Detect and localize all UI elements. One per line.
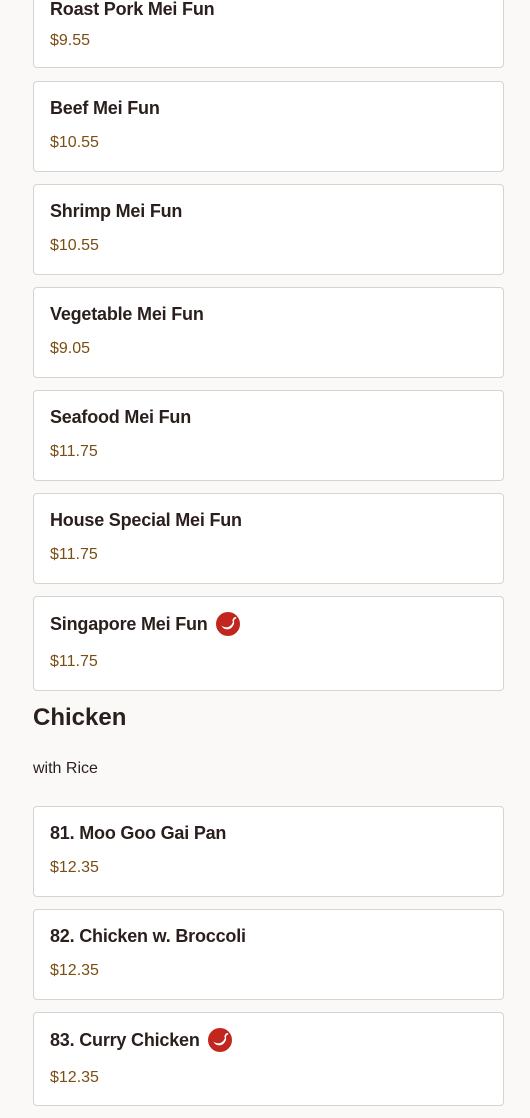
menu-item-price: $9.55: [50, 32, 91, 49]
section-subtitle: with Rice: [33, 760, 98, 777]
menu-item-name: House Special Mei Fun: [50, 510, 242, 530]
menu-item-name: Vegetable Mei Fun: [50, 304, 204, 324]
menu-item-card[interactable]: Roast Pork Mei Fun $9.55: [33, 0, 504, 68]
menu-item-card[interactable]: Seafood Mei Fun $11.75: [33, 390, 504, 481]
menu-item-price: $11.75: [50, 653, 98, 670]
menu-item-card[interactable]: 82. Chicken w. Broccoli $12.35: [33, 909, 504, 1000]
menu-item-name: 83. Curry Chicken: [50, 1029, 200, 1050]
menu-item-name: Roast Pork Mei Fun: [50, 0, 215, 19]
menu-page: Roast Pork Mei Fun $9.55 Beef Mei Fun $1…: [0, 0, 530, 1118]
menu-item-card[interactable]: 81. Moo Goo Gai Pan $12.35: [33, 806, 504, 897]
menu-item-card[interactable]: Beef Mei Fun $10.55: [33, 81, 504, 172]
menu-item-price: $12.35: [50, 962, 99, 979]
chili-pepper-icon: [207, 1028, 232, 1052]
menu-item-price: $10.55: [50, 237, 99, 254]
menu-item-name: 81. Moo Goo Gai Pan: [50, 823, 227, 843]
menu-item-card[interactable]: Vegetable Mei Fun $9.05: [33, 287, 504, 378]
menu-item-price: $11.75: [50, 443, 98, 460]
menu-item-name: 82. Chicken w. Broccoli: [50, 926, 246, 946]
menu-item-name: Shrimp Mei Fun: [50, 201, 183, 221]
menu-item-price: $12.35: [50, 1069, 99, 1086]
menu-item-name: Beef Mei Fun: [50, 98, 160, 118]
chili-pepper-icon: [215, 612, 240, 636]
section-title-chicken: Chicken: [33, 704, 127, 731]
menu-item-card[interactable]: Shrimp Mei Fun $10.55: [33, 184, 504, 275]
menu-item-name: Seafood Mei Fun: [50, 407, 192, 427]
menu-item-card[interactable]: House Special Mei Fun $11.75: [33, 493, 504, 584]
menu-item-price: $11.75: [50, 546, 98, 563]
menu-item-price: $9.05: [50, 340, 91, 357]
menu-item-price: $12.35: [50, 859, 99, 876]
menu-item-card[interactable]: 83. Curry Chicken $12.35: [33, 1012, 504, 1106]
menu-item-name: Singapore Mei Fun: [50, 613, 208, 634]
menu-item-card[interactable]: Singapore Mei Fun $11.75: [33, 596, 504, 691]
menu-item-price: $10.55: [50, 134, 99, 151]
